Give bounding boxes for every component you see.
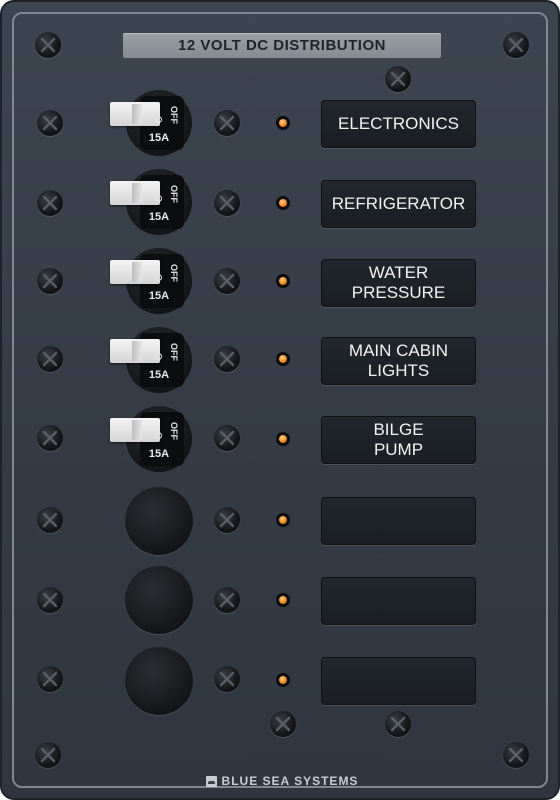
screw-icon (503, 32, 529, 58)
circuit-breaker-refrigerator[interactable]: OFF 15A (110, 169, 192, 235)
circuit-label: BILGE PUMP (321, 416, 476, 464)
blank-breaker-plug (125, 487, 193, 555)
screw-icon (37, 110, 63, 136)
circuit-label (321, 657, 476, 705)
screw-icon (37, 346, 63, 372)
screw-icon (503, 742, 529, 768)
brand-mark: BLUE SEA SYSTEMS (192, 773, 372, 789)
breaker-off-text: OFF (169, 343, 179, 361)
screw-icon (214, 425, 240, 451)
circuit-breaker-bilge-pump[interactable]: OFF 15A (110, 406, 192, 472)
blank-breaker-plug (125, 647, 193, 715)
screw-icon (214, 190, 240, 216)
status-led-icon (276, 593, 290, 607)
screw-icon (214, 110, 240, 136)
breaker-rating: 15A (148, 290, 170, 302)
breaker-toggle[interactable] (110, 102, 160, 126)
screw-icon (214, 507, 240, 533)
screw-icon (37, 268, 63, 294)
status-led-icon (276, 352, 290, 366)
brand-name: BLUE SEA SYSTEMS (221, 774, 359, 788)
screw-icon (37, 507, 63, 533)
screw-icon (214, 346, 240, 372)
status-led-icon (276, 673, 290, 687)
circuit-label: WATER PRESSURE (321, 259, 476, 307)
breaker-toggle[interactable] (110, 181, 160, 205)
screw-icon (385, 66, 411, 92)
circuit-breaker-water-pressure[interactable]: OFF 15A (110, 248, 192, 314)
breaker-off-text: OFF (169, 185, 179, 203)
screw-icon (385, 711, 411, 737)
blank-breaker-plug (125, 566, 193, 634)
breaker-rating: 15A (148, 448, 170, 460)
circuit-label: REFRIGERATOR (321, 180, 476, 228)
circuit-label (321, 577, 476, 625)
breaker-off-text: OFF (169, 264, 179, 282)
breaker-on-indicator-icon (155, 432, 162, 439)
status-led-icon (276, 116, 290, 130)
breaker-off-text: OFF (169, 422, 179, 440)
breaker-on-indicator-icon (155, 195, 162, 202)
breaker-toggle[interactable] (110, 260, 160, 284)
status-led-icon (276, 274, 290, 288)
screw-icon (214, 666, 240, 692)
screw-icon (37, 190, 63, 216)
circuit-breaker-electronics[interactable]: OFF 15A (110, 90, 192, 156)
status-led-icon (276, 196, 290, 210)
circuit-label: ELECTRONICS (321, 100, 476, 148)
screw-icon (35, 32, 61, 58)
breaker-on-indicator-icon (155, 353, 162, 360)
panel-title: 12 VOLT DC DISTRIBUTION (123, 33, 441, 58)
screw-icon (37, 666, 63, 692)
breaker-rating: 15A (148, 369, 170, 381)
breaker-toggle[interactable] (110, 339, 160, 363)
circuit-label (321, 497, 476, 545)
breaker-on-indicator-icon (155, 116, 162, 123)
circuit-breaker-main-cabin-lights[interactable]: OFF 15A (110, 327, 192, 393)
screw-icon (214, 268, 240, 294)
breaker-toggle[interactable] (110, 418, 160, 442)
screw-icon (37, 587, 63, 613)
breaker-rating: 15A (148, 132, 170, 144)
screw-icon (37, 425, 63, 451)
breaker-on-indicator-icon (155, 274, 162, 281)
breaker-rating: 15A (148, 211, 170, 223)
screw-icon (214, 587, 240, 613)
status-led-icon (276, 513, 290, 527)
circuit-label: MAIN CABIN LIGHTS (321, 337, 476, 385)
dc-distribution-panel: 12 VOLT DC DISTRIBUTION OFF 15A ELECTRON… (0, 0, 560, 800)
brand-logo-icon (205, 775, 217, 787)
status-led-icon (276, 432, 290, 446)
screw-icon (270, 711, 296, 737)
breaker-off-text: OFF (169, 106, 179, 124)
screw-icon (35, 742, 61, 768)
